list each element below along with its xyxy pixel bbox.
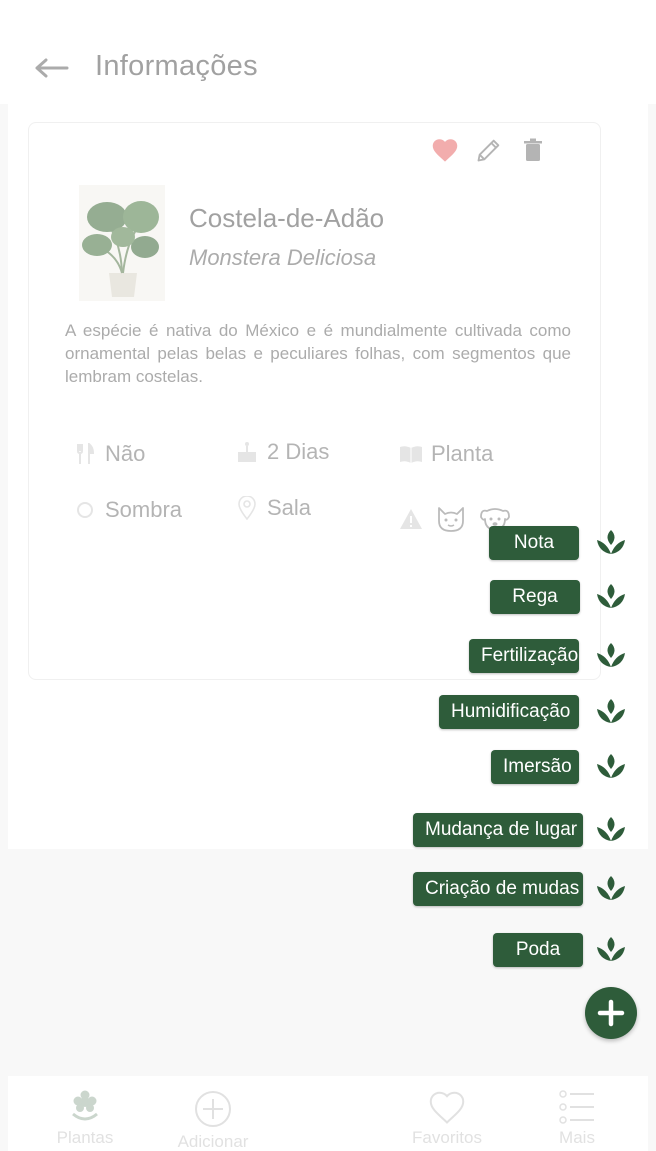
fab-add-button[interactable]: [585, 987, 637, 1039]
app-screen: Informações Costela-de-Adão Monstera Del…: [0, 0, 656, 1151]
sprout-icon[interactable]: [594, 639, 628, 673]
fab-item-fertilizacao[interactable]: Fertilização: [0, 639, 656, 673]
fab-item-rega[interactable]: Rega: [0, 580, 656, 614]
fab-label[interactable]: Criação de mudas: [413, 872, 583, 906]
fab-label[interactable]: Mudança de lugar: [413, 813, 583, 847]
fab-label[interactable]: Poda: [493, 933, 583, 967]
sprout-icon[interactable]: [594, 872, 628, 906]
sprout-icon[interactable]: [594, 813, 628, 847]
fab-label[interactable]: Fertilização: [469, 639, 579, 673]
sprout-icon[interactable]: [594, 580, 628, 614]
fab-item-mudanca-de-lugar[interactable]: Mudança de lugar: [0, 813, 656, 847]
dim-overlay[interactable]: [0, 0, 656, 1151]
fab-item-humidificacao[interactable]: Humidificação: [0, 695, 656, 729]
fab-label[interactable]: Rega: [490, 580, 580, 614]
sprout-icon[interactable]: [594, 933, 628, 967]
fab-item-nota[interactable]: Nota: [0, 526, 656, 560]
fab-label[interactable]: Nota: [489, 526, 579, 560]
sprout-icon[interactable]: [594, 526, 628, 560]
fab-label[interactable]: Imersão: [491, 750, 579, 784]
fab-item-criacao-de-mudas[interactable]: Criação de mudas: [0, 872, 656, 906]
sprout-icon[interactable]: [594, 750, 628, 784]
fab-item-poda[interactable]: Poda: [0, 933, 656, 967]
fab-label[interactable]: Humidificação: [439, 695, 579, 729]
plus-icon: [597, 999, 625, 1027]
sprout-icon[interactable]: [594, 695, 628, 729]
fab-item-imersao[interactable]: Imersão: [0, 750, 656, 784]
